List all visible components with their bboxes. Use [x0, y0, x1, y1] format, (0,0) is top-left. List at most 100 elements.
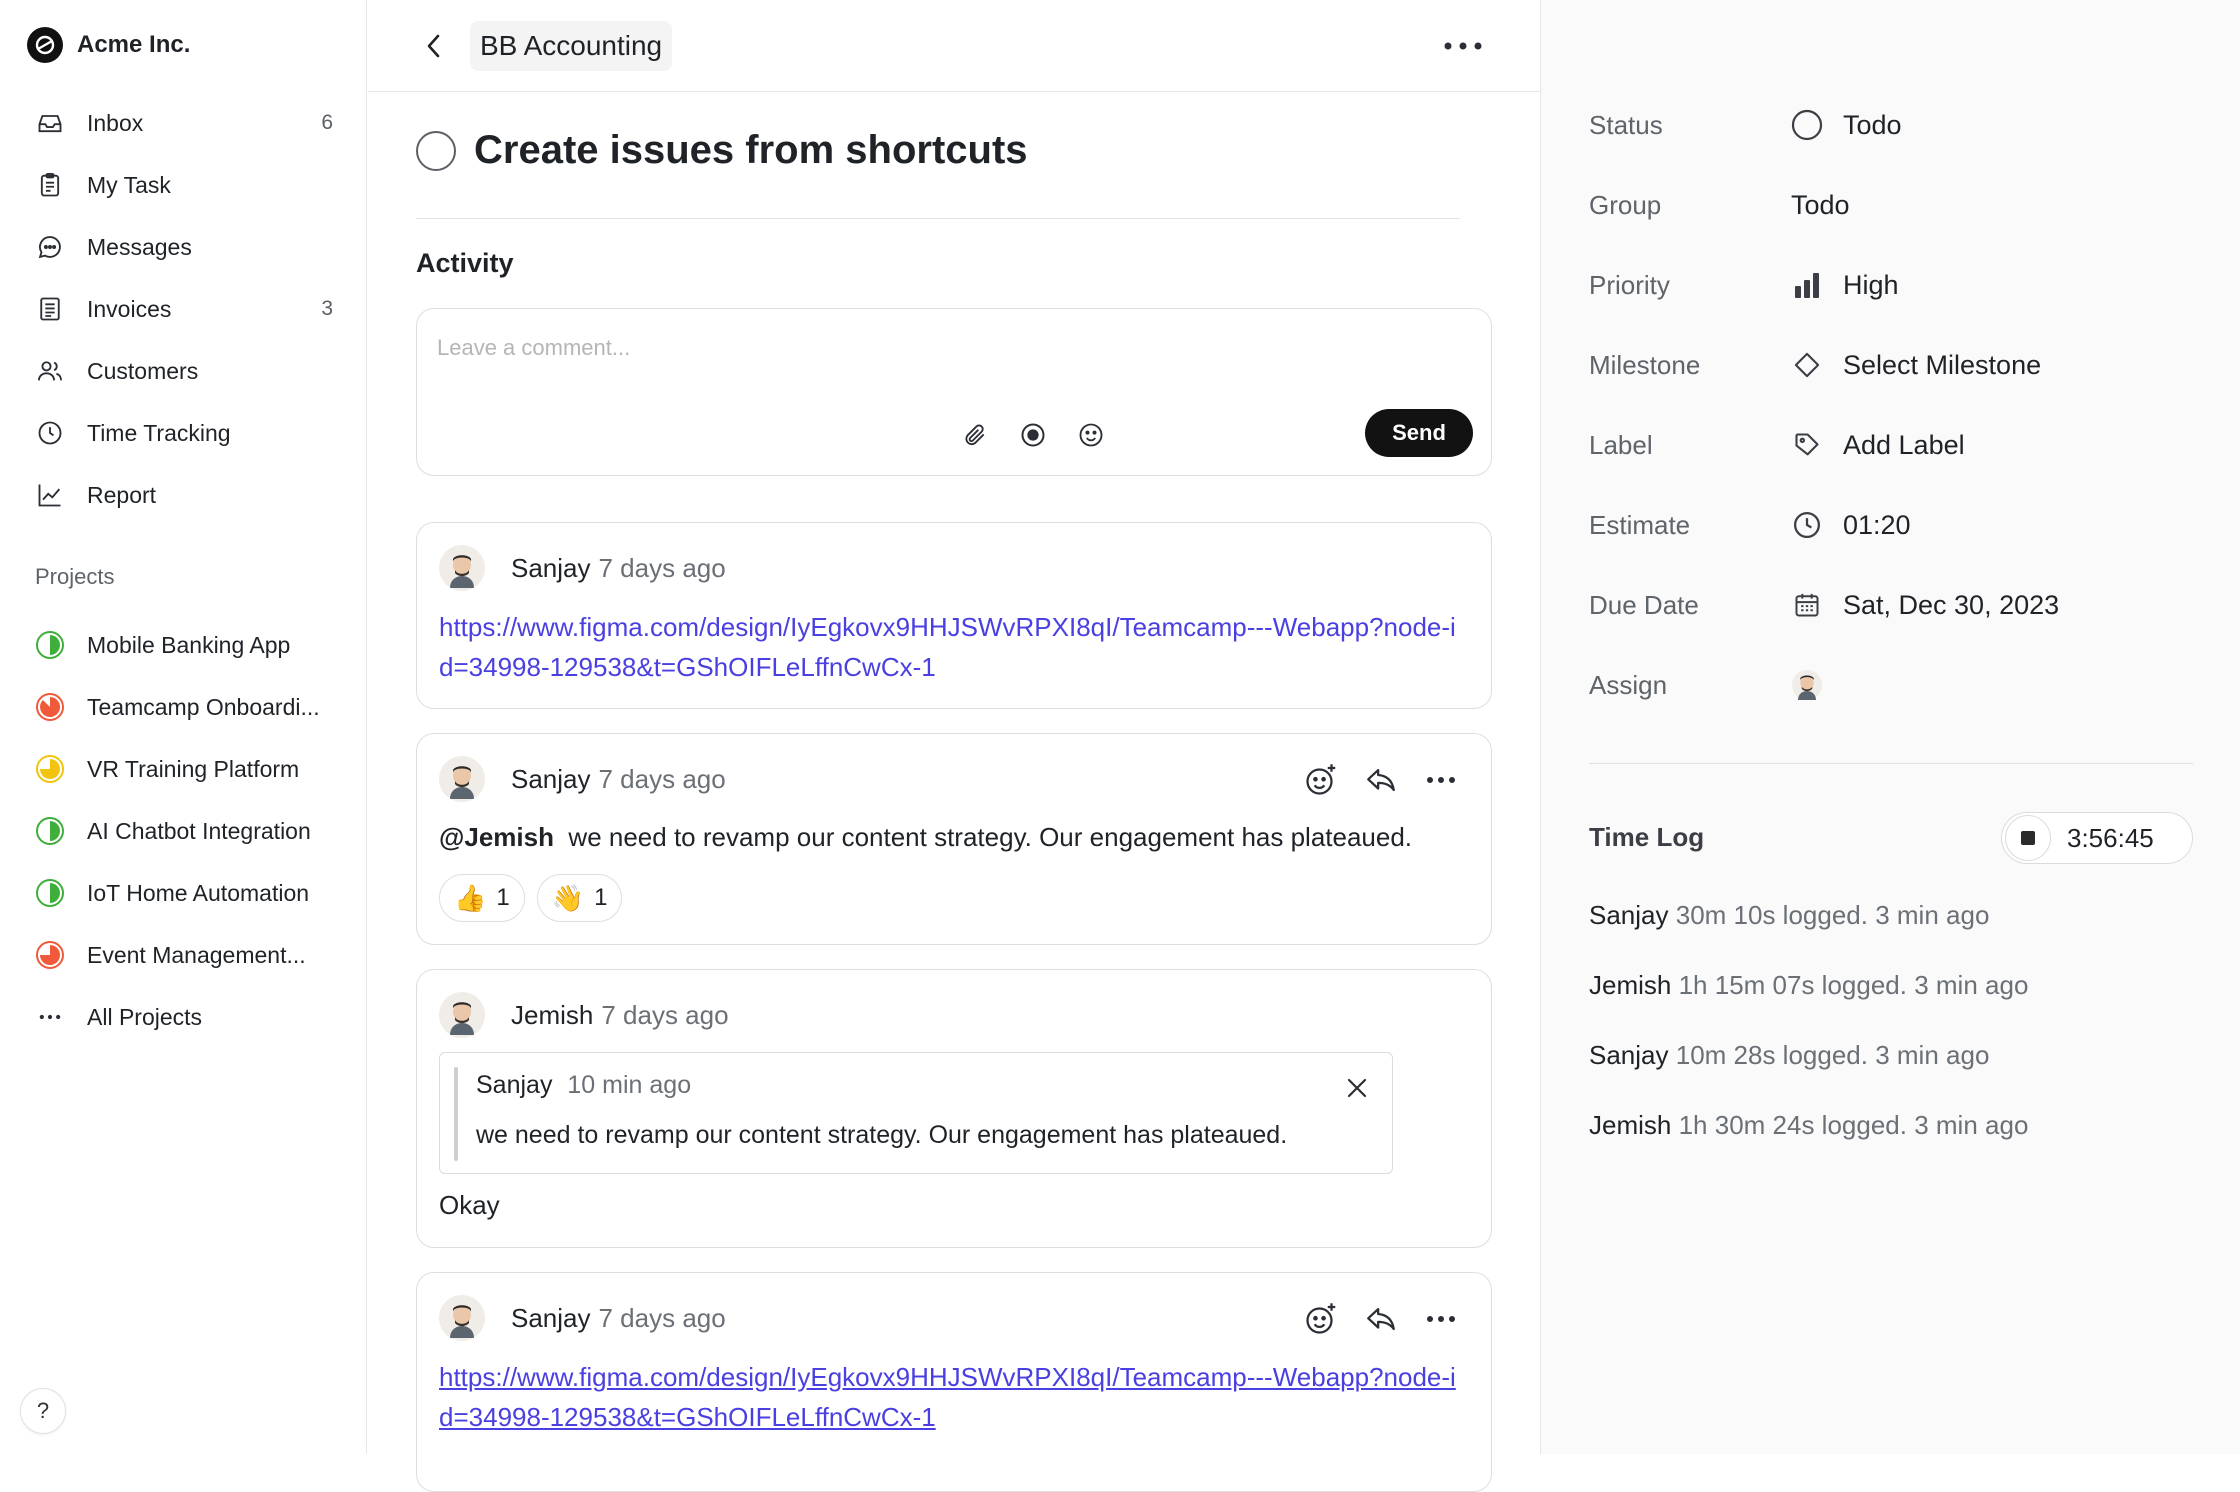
project-item-teamcamp-onboarding[interactable]: Teamcamp Onboardi... [0, 676, 367, 738]
status-circle-icon [1791, 109, 1823, 141]
reply-icon[interactable] [1361, 1299, 1401, 1339]
time-log-entry: Jemish 1h 15m 07s logged. 3 min ago [1589, 970, 2028, 1001]
stop-icon [2021, 831, 2035, 845]
property-label-field[interactable]: Label Add Label [1589, 425, 2209, 465]
brand-name: Acme Inc. [77, 31, 191, 58]
property-value: Sat, Dec 30, 2023 [1843, 589, 2060, 620]
nav-label: My Task [87, 171, 171, 198]
nav-count-badge: 3 [321, 297, 333, 320]
quote-time: 10 min ago [567, 1071, 692, 1099]
nav-item-report[interactable]: Report [0, 464, 367, 526]
log-time: 3 min ago [1875, 1040, 1990, 1070]
timer-widget: 3:56:45 [2001, 812, 2193, 864]
comment-header: Sanjay 7 days ago [439, 1295, 726, 1341]
reaction-thumbs-up[interactable]: 👍 1 [439, 874, 525, 922]
project-status-icon [34, 939, 66, 971]
nav-item-messages[interactable]: Messages [0, 216, 367, 278]
help-button[interactable]: ? [20, 1388, 66, 1434]
breadcrumb[interactable]: BB Accounting [470, 21, 673, 71]
assignee-avatar[interactable] [1791, 669, 1823, 701]
property-assign[interactable]: Assign [1589, 665, 2209, 705]
comment-author[interactable]: Sanjay [511, 764, 591, 795]
issue-title[interactable]: Create issues from shortcuts [474, 128, 1028, 173]
emoji-icon[interactable] [1075, 419, 1107, 451]
avatar[interactable] [439, 756, 485, 802]
comment-author[interactable]: Sanjay [511, 1303, 591, 1334]
clock-icon [34, 417, 66, 449]
nav-label: Messages [87, 233, 192, 260]
property-estimate[interactable]: Estimate 01:20 [1589, 505, 2209, 545]
project-item-ai-chatbot[interactable]: AI Chatbot Integration [0, 800, 367, 862]
back-button[interactable] [418, 28, 450, 64]
property-status[interactable]: Status Todo [1589, 105, 2209, 145]
stop-timer-button[interactable] [2005, 815, 2051, 861]
more-horizontal-icon [1444, 42, 1482, 50]
attach-icon[interactable] [959, 419, 991, 451]
more-options-button[interactable] [1438, 30, 1488, 62]
nav-item-time-tracking[interactable]: Time Tracking [0, 402, 367, 464]
quoted-comment: Sanjay 10 min ago we need to revamp our … [439, 1052, 1393, 1174]
property-due-date[interactable]: Due Date Sat, Dec 30, 2023 [1589, 585, 2209, 625]
property-value: High [1843, 269, 1899, 300]
project-label: Mobile Banking App [87, 631, 291, 658]
property-value: 01:20 [1843, 509, 1911, 540]
property-label: Assign [1589, 669, 1668, 700]
reaction-wave[interactable]: 👋 1 [536, 874, 623, 922]
reply-icon[interactable] [1361, 760, 1401, 800]
comment-author[interactable]: Jemish [511, 1000, 593, 1031]
project-label: VR Training Platform [87, 755, 300, 782]
users-icon [34, 355, 66, 387]
topbar: BB Accounting [368, 0, 1540, 92]
project-item-mobile-banking[interactable]: Mobile Banking App [0, 614, 367, 676]
main-nav: Inbox 6 My Task Messages Invoices 3 Cust… [0, 92, 367, 526]
more-horizontal-icon[interactable] [1421, 1299, 1461, 1339]
nav-label: Report [87, 481, 157, 508]
comment-text: we need to revamp our content strategy. … [568, 822, 1413, 852]
add-reaction-icon[interactable] [1301, 760, 1341, 800]
property-group[interactable]: Group Todo [1589, 185, 2209, 225]
add-reaction-icon[interactable] [1301, 1299, 1341, 1339]
nav-label: Inbox [87, 109, 144, 136]
project-status-icon [34, 815, 66, 847]
comment-input[interactable] [437, 335, 1337, 361]
comment-link[interactable]: https://www.figma.com/design/IyEgkovx9HH… [439, 1357, 1469, 1437]
avatar[interactable] [439, 1295, 485, 1341]
project-item-vr-training[interactable]: VR Training Platform [0, 738, 367, 800]
nav-item-customers[interactable]: Customers [0, 340, 367, 402]
tag-icon [1791, 429, 1823, 461]
issue-header: Create issues from shortcuts [416, 128, 1028, 173]
property-milestone[interactable]: Milestone Select Milestone [1589, 345, 2209, 385]
brand[interactable]: Acme Inc. [27, 27, 190, 63]
activity-title: Activity [416, 248, 514, 278]
nav-item-inbox[interactable]: Inbox 6 [0, 92, 367, 154]
avatar[interactable] [439, 545, 485, 591]
chart-line-icon [34, 479, 66, 511]
project-status-icon [34, 753, 66, 785]
close-icon[interactable] [1342, 1073, 1372, 1103]
more-horizontal-icon[interactable] [1421, 760, 1461, 800]
time-log-entry: Jemish 1h 30m 24s logged. 3 min ago [1589, 1110, 2028, 1141]
comment-link[interactable]: https://www.figma.com/design/IyEgkovx9HH… [439, 607, 1469, 687]
log-user: Sanjay [1589, 1040, 1669, 1070]
mention[interactable]: @Jemish [439, 822, 554, 852]
property-priority[interactable]: Priority High [1589, 265, 2209, 305]
clock-icon [1791, 509, 1823, 541]
send-button[interactable]: Send [1365, 409, 1473, 457]
project-item-all-projects[interactable]: All Projects [0, 986, 367, 1048]
log-text: 1h 30m 24s logged. [1678, 1110, 1907, 1140]
comment-actions [1281, 760, 1461, 800]
log-time: 3 min ago [1914, 970, 2029, 1000]
record-icon[interactable] [1017, 419, 1049, 451]
avatar[interactable] [439, 992, 485, 1038]
project-status-icon [34, 691, 66, 723]
nav-item-my-task[interactable]: My Task [0, 154, 367, 216]
project-label: IoT Home Automation [87, 879, 310, 906]
comment-card: Sanjay 7 days ago https://www.figma.com/… [416, 1272, 1492, 1492]
comment-author[interactable]: Sanjay [511, 553, 591, 584]
comment-actions [1281, 1299, 1461, 1339]
issue-status-toggle[interactable] [416, 130, 456, 171]
nav-item-invoices[interactable]: Invoices 3 [0, 278, 367, 340]
projects-section-title: Projects [35, 564, 115, 589]
project-item-iot-home[interactable]: IoT Home Automation [0, 862, 367, 924]
project-item-event-management[interactable]: Event Management... [0, 924, 367, 986]
